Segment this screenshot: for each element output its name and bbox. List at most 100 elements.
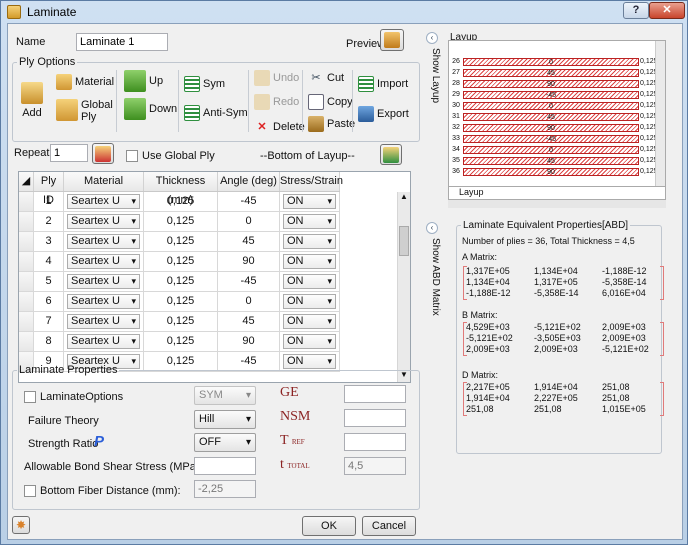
angle-cell[interactable]: 0 (218, 212, 280, 232)
angle-cell[interactable]: -45 (218, 192, 280, 212)
repeat-input[interactable] (50, 144, 88, 162)
table-row[interactable]: 5Seartex U 0,125-45ON (19, 272, 340, 292)
thickness-cell[interactable]: 0,125 (144, 192, 218, 212)
thickness-cell[interactable]: 0,125 (144, 312, 218, 332)
import-button[interactable]: Import (358, 76, 408, 92)
material-select[interactable]: Seartex U (64, 232, 144, 252)
ttotal-input[interactable] (344, 457, 406, 475)
material-select[interactable]: Seartex U (64, 332, 144, 352)
stress-strain-select[interactable]: ON (280, 292, 340, 312)
up-button[interactable]: Up (124, 70, 163, 92)
thickness-cell[interactable]: 0,125 (144, 292, 218, 312)
laminate-options-checkbox[interactable] (24, 391, 36, 404)
angle-cell[interactable]: 90 (218, 332, 280, 352)
redo-button[interactable]: Redo (254, 94, 299, 110)
row-gutter[interactable] (19, 312, 34, 332)
scroll-thumb[interactable] (399, 226, 409, 256)
add-row-button[interactable] (380, 144, 402, 165)
material-select[interactable]: Seartex U (64, 252, 144, 272)
collapse-layup-icon[interactable]: ‹ (426, 32, 438, 44)
thickness-cell[interactable]: 0,125 (144, 212, 218, 232)
angle-cell[interactable]: 45 (218, 312, 280, 332)
dropdown[interactable]: Seartex U (67, 214, 140, 229)
add-button[interactable]: Add (18, 82, 46, 119)
anti-sym-button[interactable]: Anti-Sym (184, 105, 248, 121)
close-button[interactable]: ✕ (649, 2, 685, 19)
export-button[interactable]: Export (358, 106, 409, 122)
ply-id-cell[interactable]: 2 (34, 212, 64, 232)
checkbox-box[interactable] (126, 150, 138, 163)
dropdown[interactable]: ON (283, 274, 336, 289)
ok-button[interactable]: OK (302, 516, 356, 536)
cut-button[interactable]: ✂ Cut (308, 70, 344, 86)
down-button[interactable]: Down (124, 98, 177, 120)
table-row[interactable]: 4Seartex U 0,12590ON (19, 252, 340, 272)
dropdown[interactable]: Seartex U (67, 314, 140, 329)
settings-button[interactable]: ✸ (12, 516, 30, 534)
dropdown[interactable]: Seartex U (67, 274, 140, 289)
ply-id-cell[interactable]: 8 (34, 332, 64, 352)
name-input[interactable] (76, 33, 168, 51)
stress-strain-select[interactable]: ON (280, 312, 340, 332)
dropdown[interactable]: ON (283, 254, 336, 269)
preview-button[interactable] (380, 29, 404, 51)
stress-strain-select[interactable]: ON (280, 212, 340, 232)
table-row[interactable]: 1Seartex U 0,125-45ON (19, 192, 340, 212)
stress-strain-select[interactable]: ON (280, 332, 340, 352)
table-row[interactable]: 7Seartex U 0,12545ON (19, 312, 340, 332)
angle-cell[interactable]: 0 (218, 292, 280, 312)
checkbox-box[interactable] (24, 485, 36, 498)
stress-strain-select[interactable]: ON (280, 192, 340, 212)
dropdown[interactable]: ON (283, 294, 336, 309)
dropdown[interactable]: Seartex U (67, 294, 140, 309)
dropdown[interactable]: ON (283, 194, 336, 209)
ply-id-cell[interactable]: 3 (34, 232, 64, 252)
ply-id-cell[interactable]: 6 (34, 292, 64, 312)
row-gutter[interactable] (19, 292, 34, 312)
global-ply-button[interactable]: Global Ply (56, 99, 113, 123)
ply-id-cell[interactable]: 5 (34, 272, 64, 292)
checkbox-box[interactable] (24, 391, 36, 404)
ply-id-cell[interactable]: 4 (34, 252, 64, 272)
show-abd-tab[interactable]: Show ABD Matrix (427, 238, 441, 316)
scroll-up-icon[interactable]: ▲ (398, 192, 410, 205)
dropdown[interactable]: Seartex U (67, 254, 140, 269)
dropdown[interactable]: Seartex U (67, 234, 140, 249)
delete-button[interactable]: ✕ Delete (254, 119, 304, 135)
material-select[interactable]: Seartex U (64, 312, 144, 332)
stress-strain-select[interactable]: ON (280, 232, 340, 252)
copy-button[interactable]: Copy (308, 94, 353, 110)
angle-cell[interactable]: -45 (218, 272, 280, 292)
bottom-fiber-checkbox[interactable] (24, 485, 36, 498)
table-row[interactable]: 8Seartex U 0,12590ON (19, 332, 340, 352)
table-row[interactable]: 3Seartex U 0,12545ON (19, 232, 340, 252)
row-gutter[interactable] (19, 232, 34, 252)
material-select[interactable]: Seartex U (64, 212, 144, 232)
repeat-apply-button[interactable] (92, 143, 114, 164)
dropdown[interactable]: Seartex U (67, 194, 140, 209)
sym-button[interactable]: Sym (184, 76, 225, 92)
row-gutter[interactable] (19, 192, 34, 212)
layup-hscrollbar[interactable] (448, 200, 666, 208)
ge-input[interactable] (344, 385, 406, 403)
failure-theory-select[interactable]: Hill (194, 410, 256, 429)
undo-button[interactable]: Undo (254, 70, 299, 86)
help-button[interactable]: ? (623, 2, 649, 19)
show-layup-tab[interactable]: Show Layup (427, 48, 441, 103)
row-gutter[interactable] (19, 252, 34, 272)
table-scrollbar[interactable]: ▲ ▼ (397, 192, 410, 382)
thickness-cell[interactable]: 0,125 (144, 232, 218, 252)
material-select[interactable]: Seartex U (64, 292, 144, 312)
cancel-button[interactable]: Cancel (362, 516, 416, 536)
thickness-cell[interactable]: 0,125 (144, 252, 218, 272)
bond-shear-input[interactable] (194, 457, 256, 475)
layup-scrollbar[interactable] (655, 41, 665, 187)
nsm-input[interactable] (344, 409, 406, 427)
ply-id-cell[interactable]: 7 (34, 312, 64, 332)
dropdown[interactable]: ON (283, 314, 336, 329)
stress-strain-select[interactable]: ON (280, 252, 340, 272)
material-select[interactable]: Seartex U (64, 192, 144, 212)
use-global-ply-checkbox[interactable] (126, 150, 138, 163)
table-row[interactable]: 6Seartex U 0,1250ON (19, 292, 340, 312)
strength-ratio-select[interactable]: OFF (194, 433, 256, 452)
